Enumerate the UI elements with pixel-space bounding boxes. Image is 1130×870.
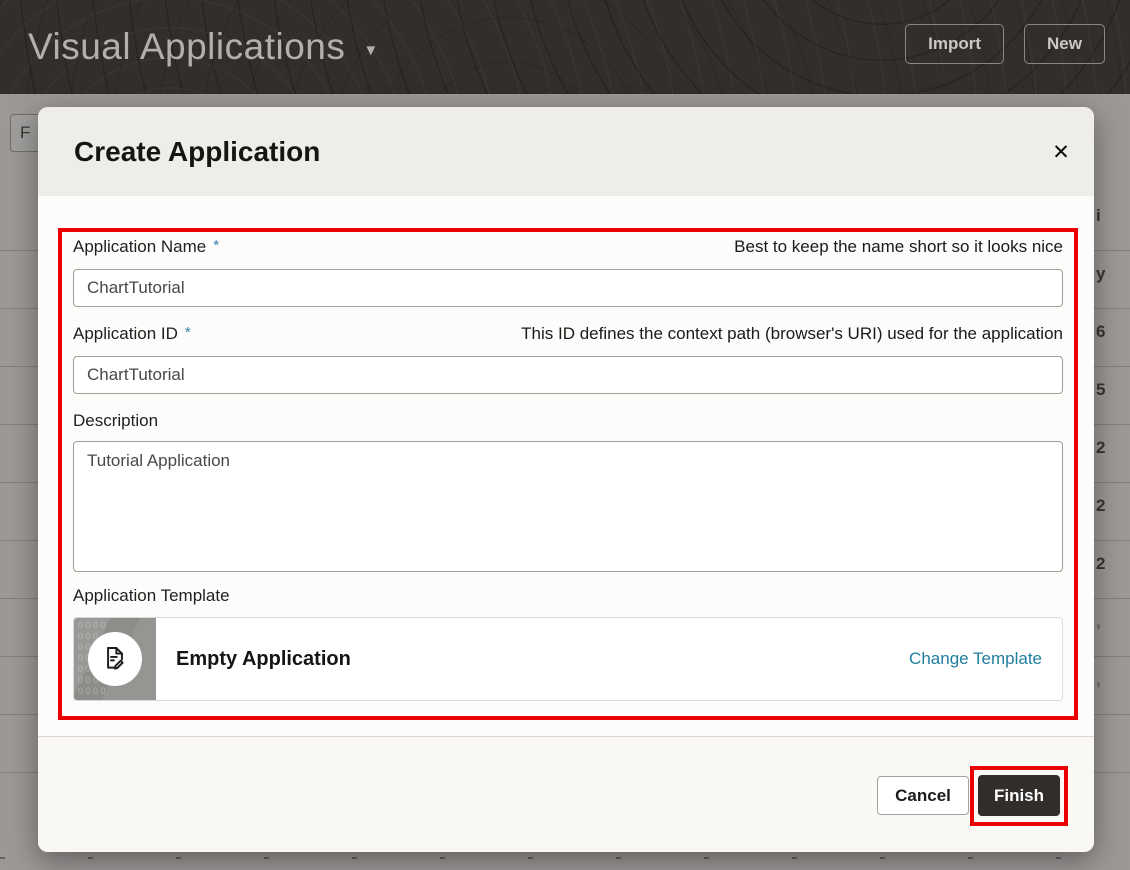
application-id-hint: This ID defines the context path (browse… [521, 324, 1063, 344]
topbar-actions: Import New [905, 24, 1105, 64]
bg-row-fragment: 2 [1096, 554, 1105, 574]
new-button[interactable]: New [1024, 24, 1105, 64]
application-id-label: Application ID* [73, 324, 191, 344]
filter-fragment-text: F [20, 123, 30, 143]
dialog-title: Create Application [74, 107, 320, 196]
change-template-link[interactable]: Change Template [909, 649, 1042, 669]
bg-row-fragment: , [1096, 612, 1101, 632]
dialog-header: Create Application ✕ [38, 107, 1094, 196]
bg-row-fragment: i [1096, 206, 1101, 226]
bg-row-fragment: y [1096, 264, 1105, 284]
template-card: Empty Application Change Template [73, 617, 1063, 701]
finish-button[interactable]: Finish [978, 775, 1060, 816]
bg-row-fragment: 2 [1096, 496, 1105, 516]
description-label: Description [73, 411, 158, 431]
create-application-dialog: Create Application ✕ Application Name* B… [38, 107, 1094, 852]
template-thumbnail [74, 618, 156, 700]
application-name-label-row: Application Name* Best to keep the name … [73, 237, 1063, 259]
application-name-label: Application Name* [73, 237, 219, 257]
description-textarea[interactable]: Tutorial Application [73, 441, 1063, 572]
application-name-hint: Best to keep the name short so it looks … [734, 237, 1063, 257]
application-template-label-row: Application Template [73, 586, 1063, 608]
top-bar: Visual Applications ▼ Import New [0, 0, 1130, 94]
close-icon[interactable]: ✕ [1042, 134, 1080, 170]
app-switcher-dropdown[interactable]: Visual Applications ▼ [28, 0, 378, 94]
application-id-label-row: Application ID* This ID defines the cont… [73, 324, 1063, 346]
bg-row-fragment: 6 [1096, 322, 1105, 342]
bg-row-fragment: , [1096, 670, 1101, 690]
template-icon-circle [88, 632, 142, 686]
template-name: Empty Application [176, 648, 351, 671]
bg-row-fragment: 2 [1096, 438, 1105, 458]
required-asterisk: * [213, 237, 219, 254]
document-edit-icon [100, 644, 130, 674]
required-asterisk: * [185, 324, 191, 341]
chevron-down-icon: ▼ [363, 36, 378, 59]
application-template-label: Application Template [73, 586, 230, 606]
page-title: Visual Applications [28, 26, 345, 68]
cancel-button[interactable]: Cancel [877, 776, 969, 815]
application-name-input[interactable] [73, 269, 1063, 307]
import-button[interactable]: Import [905, 24, 1004, 64]
bg-pagination-dots [0, 857, 1130, 859]
bg-row-fragment: 5 [1096, 380, 1105, 400]
application-id-input[interactable] [73, 356, 1063, 394]
description-label-row: Description [73, 411, 1063, 433]
